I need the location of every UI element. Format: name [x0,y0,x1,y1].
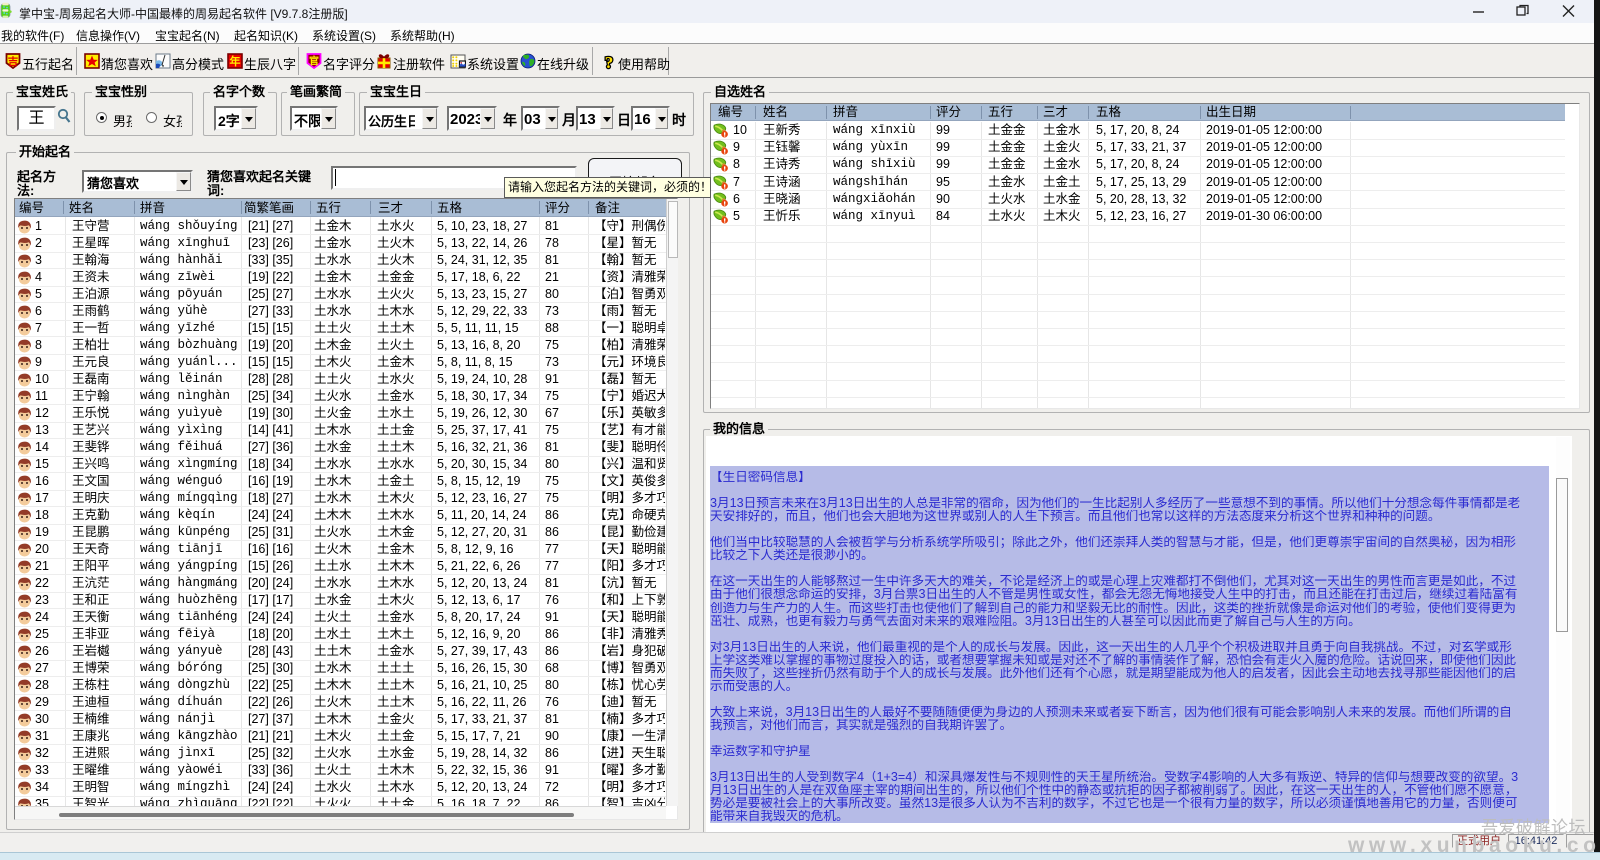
svg-text:官: 官 [309,55,319,68]
svg-text:吉: 吉 [8,55,19,68]
svg-text:?: ? [605,53,614,71]
svg-text:年: 年 [230,54,241,68]
